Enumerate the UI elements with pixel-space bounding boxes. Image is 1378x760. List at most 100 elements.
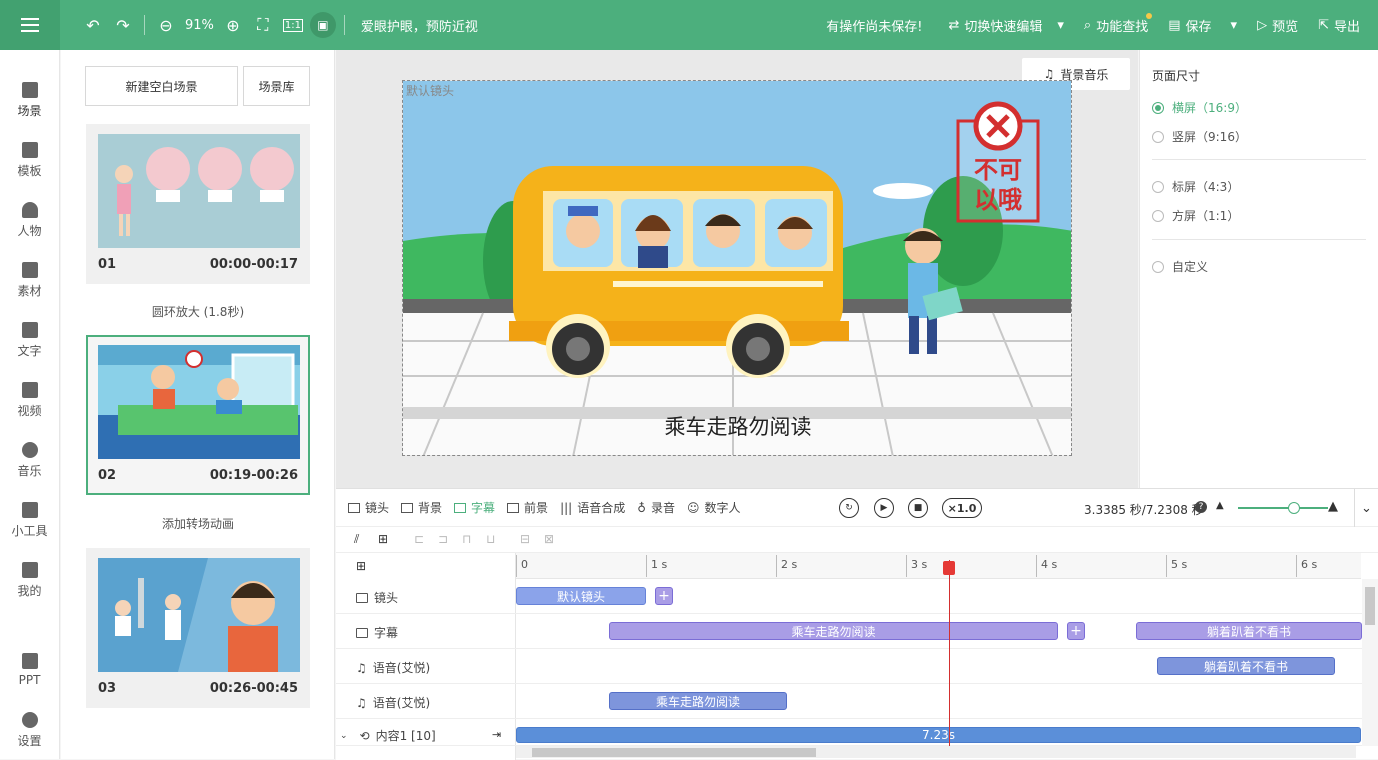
zoom-in-button[interactable]: ⊕ bbox=[218, 0, 248, 50]
stop-button[interactable]: ■ bbox=[908, 498, 928, 518]
switch-quick-edit-button[interactable]: ⇄ 切换快速编辑 ▾ bbox=[948, 0, 1063, 50]
template-icon bbox=[21, 141, 38, 158]
nav-item-settings[interactable]: 设置 bbox=[0, 700, 59, 760]
redo-button[interactable]: ↷ bbox=[108, 0, 138, 50]
transition-label[interactable]: 圆环放大 (1.8秒) bbox=[61, 303, 334, 320]
audio-clip[interactable]: 躺着趴着不看书 bbox=[1157, 657, 1335, 675]
nav-item-person[interactable]: 人物 bbox=[0, 190, 59, 250]
add-clip-button[interactable]: + bbox=[1067, 622, 1085, 640]
nav-item-music[interactable]: 音乐 bbox=[0, 430, 59, 490]
tab-digital-human[interactable]: ☺ 数字人 bbox=[687, 499, 741, 516]
vertical-scrollbar[interactable] bbox=[1362, 579, 1378, 746]
function-find-button[interactable]: ⌕ 功能查找 bbox=[1084, 0, 1153, 50]
speed-button[interactable]: ×1.0 bbox=[942, 498, 982, 518]
replay-button[interactable]: ↻ bbox=[839, 498, 859, 518]
size-option-label: 自定义 bbox=[1172, 260, 1209, 274]
tab-speech-synthesis[interactable]: ||| 语音合成 bbox=[560, 499, 625, 516]
scene-library-button[interactable]: 场景库 bbox=[243, 66, 310, 106]
distribute-icon[interactable]: ⊟ bbox=[520, 532, 530, 546]
fit-screen-button[interactable]: ⛶ bbox=[248, 0, 278, 50]
size-option-portrait[interactable]: 竖屏（9:16） bbox=[1152, 128, 1247, 145]
filter-icon[interactable]: ⫽ bbox=[354, 532, 359, 547]
digital-human-icon: ☺ bbox=[687, 500, 700, 515]
size-option-standard[interactable]: 标屏（4:3） bbox=[1152, 178, 1239, 195]
scene-card[interactable]: 03 00:26-00:45 bbox=[86, 548, 310, 708]
add-clip-button[interactable]: + bbox=[655, 587, 673, 605]
timeline-clip[interactable]: 乘车走路勿阅读 bbox=[609, 622, 1058, 640]
tab-subtitle[interactable]: 字幕 bbox=[454, 499, 495, 516]
size-option-custom[interactable]: 自定义 bbox=[1152, 258, 1208, 275]
size-option-landscape[interactable]: 横屏（16:9） bbox=[1152, 99, 1247, 116]
add-transition-label[interactable]: 添加转场动画 bbox=[61, 515, 334, 532]
zoom-out-button[interactable]: ⊖ bbox=[151, 0, 181, 50]
tab-foreground[interactable]: 前景 bbox=[507, 499, 548, 516]
save-button[interactable]: ▤ 保存 ▾ bbox=[1168, 0, 1237, 50]
nav-item-my[interactable]: 我的 bbox=[0, 550, 59, 610]
toolbox-icon bbox=[21, 501, 38, 518]
save-icon: ▤ bbox=[1168, 17, 1181, 33]
scene-card-selected[interactable]: 02 00:19-00:26 bbox=[86, 335, 310, 495]
collapse-icon[interactable]: ⌄ bbox=[1354, 489, 1378, 527]
scene-time-range: 00:00-00:17 bbox=[209, 257, 298, 272]
scene-canvas[interactable]: 不可 以哦 默认镜头 乘车走路勿阅读 bbox=[402, 80, 1072, 456]
expand-all-icon[interactable]: ⊞ bbox=[356, 559, 366, 573]
nav-item-scene[interactable]: 场景 bbox=[0, 70, 59, 130]
radio-button[interactable] bbox=[1152, 260, 1164, 273]
play-button[interactable]: ▶ bbox=[874, 498, 894, 518]
scene-card[interactable]: 01 00:00-00:17 bbox=[86, 124, 310, 284]
tab-recording[interactable]: ♁ 录音 bbox=[637, 499, 675, 516]
align-icon[interactable]: ⊐ bbox=[438, 532, 448, 546]
scene-number: 01 bbox=[98, 257, 117, 272]
radio-button[interactable] bbox=[1152, 101, 1164, 114]
group-icon[interactable]: ⊞ bbox=[378, 532, 388, 546]
horizontal-scrollbar[interactable] bbox=[516, 746, 1356, 758]
tab-background[interactable]: 背景 bbox=[401, 499, 442, 516]
nav-item-ppt[interactable]: PPT bbox=[0, 640, 59, 700]
time-ruler[interactable]: 0 1 s 2 s 3 s 4 s 5 s 6 s bbox=[516, 553, 1361, 579]
exit-group-icon[interactable]: ⇥ bbox=[492, 728, 501, 741]
radio-button[interactable] bbox=[1152, 130, 1164, 143]
subtitle-icon bbox=[356, 627, 368, 638]
playhead[interactable] bbox=[949, 560, 950, 746]
radio-button[interactable] bbox=[1152, 209, 1164, 222]
tab-lens[interactable]: 镜头 bbox=[348, 499, 389, 516]
align-icon[interactable]: ⊏ bbox=[414, 532, 424, 546]
export-button[interactable]: ⇱ 导出 bbox=[1318, 0, 1360, 50]
new-blank-scene-button[interactable]: 新建空白场景 bbox=[85, 66, 238, 106]
playhead-handle[interactable] bbox=[943, 561, 955, 575]
canvas-subtitle[interactable]: 乘车走路勿阅读 bbox=[403, 411, 1071, 441]
size-option-square[interactable]: 方屏（1:1） bbox=[1152, 207, 1239, 224]
eye-care-button[interactable]: ▣ bbox=[309, 12, 336, 38]
replay-icon: ↻ bbox=[845, 503, 853, 513]
content-clip[interactable]: 7.23s bbox=[516, 727, 1361, 743]
nav-item-video[interactable]: 视频 bbox=[0, 370, 59, 430]
align-icon[interactable]: ⊔ bbox=[486, 532, 495, 546]
nav-item-text[interactable]: 文字 bbox=[0, 310, 59, 370]
undo-button[interactable]: ↶ bbox=[78, 0, 108, 50]
tab-label: 字幕 bbox=[471, 501, 496, 515]
audio-clip[interactable]: 乘车走路勿阅读 bbox=[609, 692, 787, 710]
timeline-clip[interactable]: 躺着趴着不看书 bbox=[1136, 622, 1362, 640]
nav-item-material[interactable]: 素材 bbox=[0, 250, 59, 310]
zoom-large-icon[interactable]: ▲ bbox=[1328, 499, 1338, 514]
nav-item-template[interactable]: 模板 bbox=[0, 130, 59, 190]
distribute-icon[interactable]: ⊠ bbox=[544, 532, 554, 546]
stop-icon: ■ bbox=[913, 503, 923, 513]
timeline-clip[interactable]: 默认镜头 bbox=[516, 587, 646, 605]
help-icon[interactable]: ? bbox=[1195, 501, 1207, 513]
preview-button[interactable]: ▷ 预览 bbox=[1257, 0, 1298, 50]
align-icon[interactable]: ⊓ bbox=[462, 532, 471, 546]
menu-button[interactable] bbox=[0, 0, 60, 50]
timeline-zoom-slider[interactable] bbox=[1238, 502, 1328, 514]
scrollbar-thumb[interactable] bbox=[1365, 587, 1375, 625]
ruler-tick-label: 6 s bbox=[1301, 558, 1318, 571]
actual-size-button[interactable]: 1:1 bbox=[278, 0, 308, 50]
chevron-down-icon[interactable]: ⌄ bbox=[340, 731, 348, 741]
scrollbar-thumb[interactable] bbox=[532, 748, 816, 757]
radio-button[interactable] bbox=[1152, 180, 1164, 193]
nav-item-toolbox[interactable]: 小工具 bbox=[0, 490, 59, 550]
slider-handle[interactable] bbox=[1288, 502, 1300, 514]
scene-thumbnail bbox=[98, 345, 300, 459]
zoom-small-icon[interactable]: ▲ bbox=[1216, 500, 1224, 511]
eye-care-text: 爱眼护眼，预防近视 bbox=[360, 19, 478, 35]
